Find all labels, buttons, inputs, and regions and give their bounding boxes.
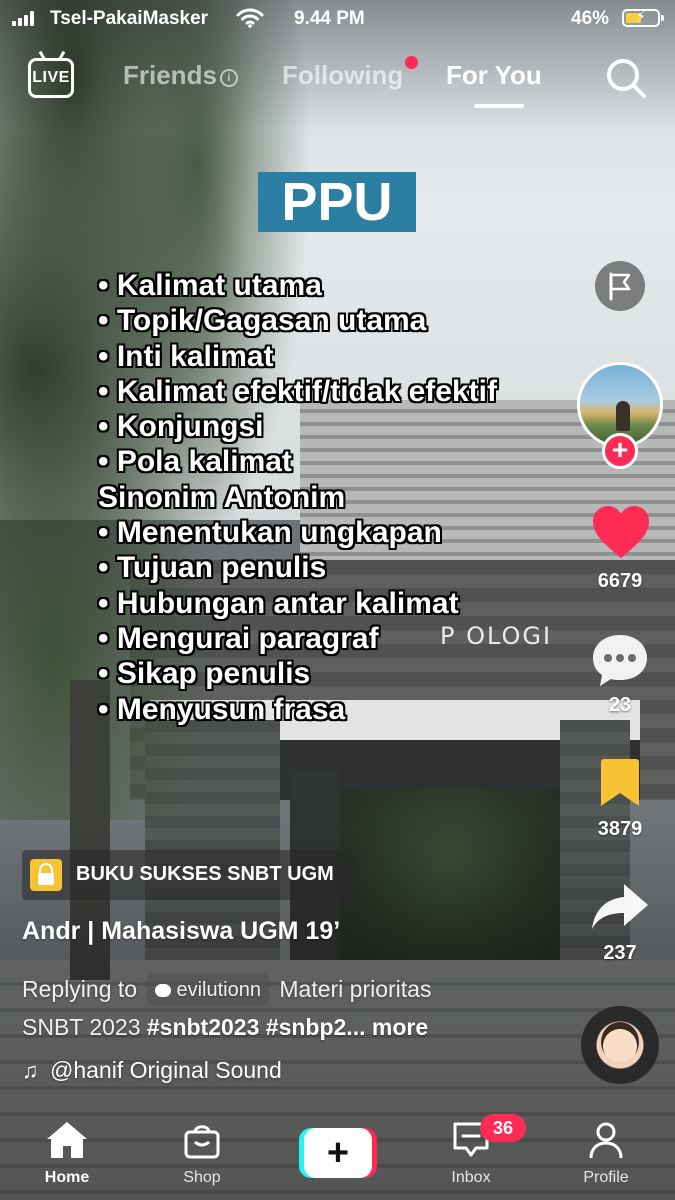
- follow-plus-icon[interactable]: +: [602, 433, 638, 469]
- share-arrow-icon[interactable]: [590, 882, 650, 932]
- share-count: 237: [603, 942, 637, 964]
- bookmark-icon[interactable]: [598, 758, 642, 808]
- active-tab-indicator: [474, 104, 524, 108]
- reply-prefix: Replying to: [22, 976, 138, 1002]
- sound-name: @hanif Original Sound: [50, 1057, 282, 1083]
- wifi-icon: [236, 8, 264, 34]
- comment-count: 23: [608, 694, 632, 716]
- tab-home[interactable]: Home: [17, 1120, 117, 1187]
- music-note-icon: ♫: [22, 1058, 39, 1083]
- status-bar: Tsel-PakaiMasker 9.44 PM 46% ⚡: [0, 0, 675, 36]
- caption-text-2: SNBT 2023: [22, 1014, 147, 1040]
- profile-icon: [589, 1122, 623, 1159]
- tab-profile-label: Profile: [583, 1169, 629, 1186]
- tab-friends-label: Friends: [123, 60, 217, 90]
- topic-item: • Mengurai paragraf: [98, 621, 379, 655]
- live-label: LIVE: [32, 69, 70, 86]
- hashtag[interactable]: #snbp2...: [266, 1014, 366, 1040]
- sound-info[interactable]: ♫ @hanif Original Sound: [22, 1057, 282, 1084]
- battery-percent: 46%: [571, 8, 610, 29]
- info-icon: i: [219, 69, 238, 87]
- tab-following-label: Following: [282, 60, 404, 90]
- inbox-badge: 36: [480, 1114, 526, 1142]
- topic-item: • Hubungan antar kalimat: [98, 586, 459, 620]
- report-flag-icon[interactable]: [595, 261, 645, 311]
- sound-disc-avatar: [601, 1022, 639, 1062]
- tab-shop[interactable]: Shop: [152, 1120, 252, 1187]
- reply-user-chip[interactable]: evilutionn: [147, 974, 269, 1006]
- topic-list: • Kalimat utama • Topik/Gagasan utama • …: [98, 268, 588, 727]
- tab-friends[interactable]: Friends i: [123, 60, 238, 91]
- topic-item: • Tujuan penulis: [98, 551, 327, 585]
- topic-item: Sinonim Antonim: [98, 480, 346, 514]
- video-heading-box: PPU: [258, 172, 416, 232]
- search-icon[interactable]: [603, 55, 649, 101]
- topic-item: • Pola kalimat: [98, 445, 292, 479]
- tab-home-label: Home: [44, 1169, 90, 1186]
- tab-for-you-label: For You: [446, 60, 542, 90]
- battery-charging-icon: ⚡: [622, 8, 664, 27]
- create-plus-icon[interactable]: +: [299, 1128, 377, 1178]
- caption-text: Materi prioritas: [279, 976, 432, 1002]
- carrier-name: Tsel-PakaiMasker: [50, 8, 209, 29]
- tab-following[interactable]: Following: [282, 56, 419, 91]
- tab-profile[interactable]: Profile: [556, 1120, 656, 1187]
- bookmark-count: 3879: [597, 818, 643, 840]
- sound-disc[interactable]: [581, 1006, 659, 1084]
- shopping-bag-icon: [30, 859, 62, 891]
- tab-for-you[interactable]: For You: [446, 60, 542, 91]
- topic-item: • Kalimat utama: [98, 269, 322, 302]
- shop-product-tag[interactable]: BUKU SUKSES SNBT UGM: [22, 850, 354, 900]
- avatar-person: [616, 401, 630, 431]
- hashtag[interactable]: #snbt2023: [147, 1014, 260, 1040]
- shop-bag-icon: [184, 1125, 220, 1159]
- video-heading: PPU: [281, 172, 393, 232]
- signal-icon: [12, 10, 34, 26]
- tab-inbox-label: Inbox: [451, 1169, 491, 1186]
- like-heart-icon[interactable]: [591, 505, 651, 561]
- creator-username[interactable]: Andr | Mahasiswa UGM 19’: [22, 917, 340, 946]
- post-caption[interactable]: Replying to evilutionn Materi prioritas …: [22, 970, 562, 1046]
- topic-item: • Menyusun frasa: [98, 692, 346, 726]
- caption-more-link[interactable]: more: [372, 1014, 428, 1040]
- topic-item: • Topik/Gagasan utama: [98, 304, 427, 338]
- tab-shop-label: Shop: [183, 1169, 221, 1186]
- topic-item: • Inti kalimat: [98, 339, 274, 373]
- topic-item: • Kalimat efektif/tidak efektif: [98, 374, 497, 408]
- shop-product-label: BUKU SUKSES SNBT UGM: [76, 863, 334, 885]
- topic-item: • Konjungsi: [98, 410, 264, 444]
- topic-item: • Sikap penulis: [98, 657, 311, 691]
- reply-username: evilutionn: [176, 979, 261, 1001]
- like-count: 6679: [597, 570, 643, 592]
- comment-icon[interactable]: [591, 632, 649, 688]
- comment-bubble-icon: [155, 984, 172, 997]
- topic-item: • Menentukan ungkapan: [98, 516, 442, 550]
- home-icon: [47, 1122, 87, 1158]
- live-button[interactable]: LIVE: [28, 50, 74, 98]
- clock: 9.44 PM: [294, 8, 365, 29]
